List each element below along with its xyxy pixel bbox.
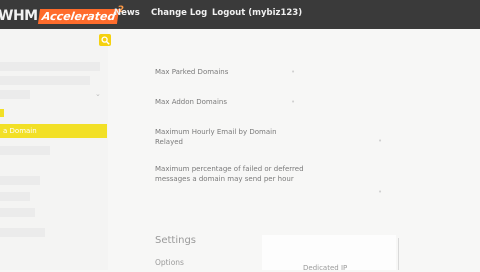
max-hourly-email-label: Maximum Hourly Email by Domain Relayed — [155, 128, 277, 146]
max-parked-domains-label: Max Parked Domains — [155, 68, 229, 76]
max-failed-percentage-label: Maximum percentage of failed or deferred… — [155, 165, 304, 183]
max-hourly-email-input[interactable]: • — [378, 137, 382, 145]
sidebar-item[interactable] — [0, 90, 30, 99]
divider — [398, 238, 399, 270]
max-addon-domains-label: Max Addon Domains — [155, 98, 228, 106]
sidebar-item[interactable] — [0, 76, 90, 85]
sidebar-marker — [0, 109, 4, 117]
max-failed-percentage-input[interactable]: • — [378, 188, 382, 196]
logo-accelerated-text: Accelerated — [37, 9, 120, 24]
top-bar: WHM Accelerated 2 News Change Log Logout (… — [0, 0, 480, 29]
options-label: Options — [155, 258, 184, 267]
sidebar-item[interactable] — [0, 228, 45, 237]
sidebar-item[interactable] — [0, 192, 30, 201]
settings-heading: Settings — [155, 235, 197, 246]
search-input[interactable] — [113, 34, 419, 48]
search-button[interactable] — [99, 34, 111, 46]
search-icon — [100, 35, 110, 45]
nav-change-log-link[interactable]: Change Log — [151, 8, 207, 18]
sidebar-item[interactable] — [0, 208, 35, 217]
logo-whm-text: WHM — [0, 8, 38, 24]
sidebar-item[interactable] — [0, 62, 100, 71]
dedicated-ip-label: Dedicated IP — [303, 264, 348, 272]
chevron-down-icon[interactable]: ⌄ — [95, 90, 101, 98]
nav-logout-link[interactable]: Logout (mybiz123) — [212, 8, 302, 18]
max-addon-domains-input[interactable]: • — [291, 98, 295, 106]
nav-news-link[interactable]: News — [114, 8, 140, 18]
sidebar-item[interactable] — [0, 176, 40, 185]
sidebar-item-label: a Domain — [3, 127, 37, 135]
sidebar-item-active[interactable]: a Domain — [0, 124, 107, 138]
sidebar-item[interactable] — [0, 146, 50, 155]
max-parked-domains-input[interactable]: • — [291, 68, 295, 76]
whm-logo[interactable]: WHM Accelerated 2 — [0, 5, 124, 24]
